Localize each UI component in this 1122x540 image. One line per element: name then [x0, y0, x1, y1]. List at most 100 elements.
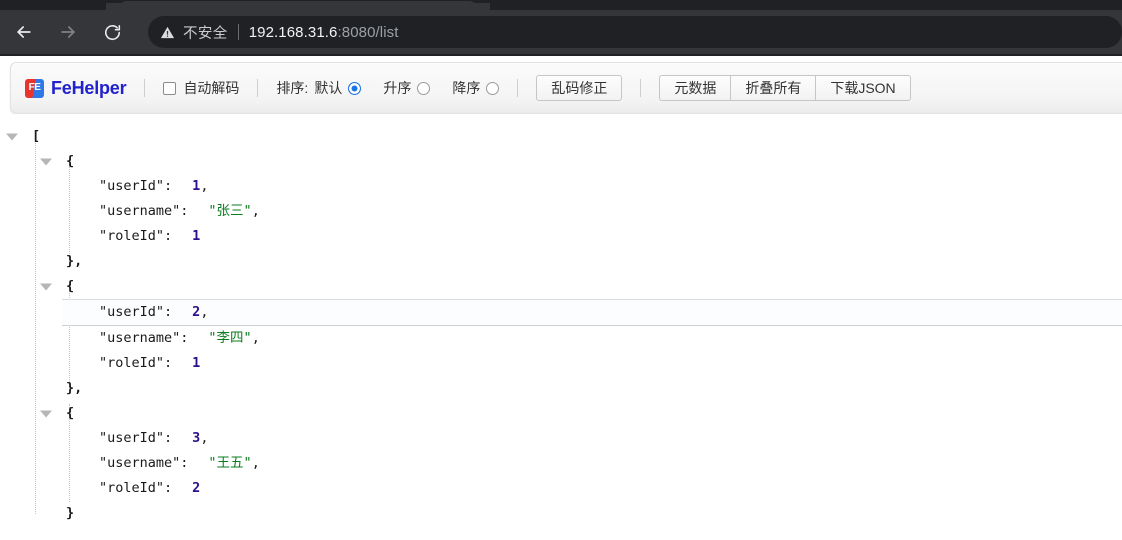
address-bar[interactable]: 不安全 192.168.31.6:8080/list — [148, 16, 1122, 48]
json-value-username-3: "王五" — [208, 455, 252, 471]
json-key-username-3: "username" — [99, 455, 181, 471]
collapse-triangle-object-1[interactable] — [40, 158, 52, 165]
json-row-property[interactable]: "roleId": 2 — [0, 476, 1122, 501]
json-key-username-2: "username" — [99, 330, 181, 346]
json-colon: : — [164, 430, 173, 446]
json-row-array-close: ] — [0, 526, 1122, 530]
json-row-property-highlighted[interactable]: "userId": 2, — [62, 299, 1122, 326]
json-row-property[interactable]: "username": "李四", — [0, 326, 1122, 351]
sort-option-descending-label: 降序 — [452, 80, 481, 96]
collapse-triangle-root[interactable] — [6, 133, 18, 140]
browser-chrome: 不安全 192.168.31.6:8080/list — [0, 0, 1122, 56]
json-comma: , — [200, 304, 209, 320]
collapse-triangle-object-3[interactable] — [40, 410, 52, 417]
sort-label: 排序: — [276, 80, 309, 96]
json-value-userId-3: 3 — [192, 430, 201, 446]
collapse-triangle-object-2[interactable] — [40, 283, 52, 290]
json-row-object-open: { — [0, 149, 1122, 174]
json-row-property[interactable]: "username": "王五", — [0, 451, 1122, 476]
json-key-username-1: "username" — [99, 203, 181, 219]
back-arrow-icon — [14, 22, 34, 42]
auto-decode-label: 自动解码 — [183, 80, 240, 96]
toolbar-divider-3 — [517, 79, 519, 97]
fehelper-logo-text: FeHelper — [51, 77, 127, 98]
sort-control-group: 排序: 默认 升序 降序 — [276, 78, 500, 98]
url-host: 192.168.31.6 — [248, 23, 338, 41]
security-status-text: 不安全 — [183, 25, 228, 42]
json-key-roleId-2: "roleId" — [99, 355, 165, 371]
forward-button[interactable] — [48, 12, 88, 52]
json-object-open-brace-1: { — [66, 153, 75, 169]
json-object-open-brace-2: { — [66, 278, 75, 294]
json-row-object-open: { — [0, 274, 1122, 299]
json-comma: , — [200, 430, 209, 446]
toolbar-divider-1 — [144, 79, 146, 97]
reload-icon — [103, 23, 122, 42]
browser-toolbar: 不安全 192.168.31.6:8080/list — [0, 10, 1122, 54]
json-row-object-close: }, — [0, 376, 1122, 401]
action-button-group: 元数据 折叠所有 下载JSON — [659, 75, 911, 101]
download-json-button[interactable]: 下载JSON — [815, 75, 911, 101]
forward-arrow-icon — [58, 22, 78, 42]
checkbox-box-icon[interactable] — [163, 81, 177, 95]
json-colon: : — [164, 228, 173, 244]
json-row-property[interactable]: "username": "张三", — [0, 199, 1122, 224]
json-row-object-open: { — [0, 401, 1122, 426]
json-colon: : — [164, 355, 173, 371]
json-value-userId-1: 1 — [192, 178, 201, 194]
json-key-userId-2: "userId" — [99, 304, 165, 320]
sort-option-default-label: 默认 — [314, 80, 343, 96]
json-value-username-1: "张三" — [208, 203, 252, 219]
json-row-property[interactable]: "userId": 1, — [0, 174, 1122, 199]
sort-option-ascending[interactable]: 升序 — [383, 78, 431, 98]
sort-option-ascending-label: 升序 — [383, 80, 412, 96]
radio-default-icon[interactable] — [348, 81, 362, 95]
auto-decode-checkbox[interactable]: 自动解码 — [163, 78, 239, 98]
fehelper-logo[interactable]: FE FeHelper — [25, 77, 127, 99]
json-value-roleId-2: 1 — [192, 355, 201, 371]
json-colon: : — [180, 203, 189, 219]
json-key-roleId-3: "roleId" — [99, 480, 165, 496]
json-key-userId-1: "userId" — [99, 178, 165, 194]
json-row-array-open: [ — [0, 124, 1122, 149]
json-row-property[interactable]: "userId": 3, — [0, 426, 1122, 451]
warning-triangle-icon[interactable] — [160, 25, 175, 40]
json-colon: : — [164, 480, 173, 496]
url-text: 192.168.31.6:8080/list — [249, 24, 399, 41]
toolbar-divider-4 — [640, 79, 642, 97]
json-comma: , — [200, 178, 209, 194]
json-value-roleId-1: 1 — [192, 228, 201, 244]
toolbar-divider-2 — [257, 79, 259, 97]
fehelper-toolbar: FE FeHelper 自动解码 排序: 默认 升序 降序 乱码修正 元数据 折… — [10, 62, 1122, 114]
json-colon: : — [180, 330, 189, 346]
radio-descending-icon[interactable] — [486, 81, 500, 95]
json-viewer: [ { "userId":1, "username": "张三", "roleId… — [0, 114, 1122, 530]
sort-option-default[interactable]: 默认 — [314, 78, 362, 98]
fix-garbled-button[interactable]: 乱码修正 — [536, 75, 623, 101]
back-button[interactable] — [4, 12, 44, 52]
json-object-open-brace-3: { — [66, 405, 75, 421]
omnibox-separator — [237, 24, 239, 40]
json-value-roleId-3: 2 — [192, 480, 201, 496]
json-row-property[interactable]: "roleId": 1 — [0, 224, 1122, 249]
json-value-userId-2: 2 — [192, 304, 201, 320]
json-row-object-close: }, — [0, 249, 1122, 274]
metadata-button[interactable]: 元数据 — [659, 75, 731, 101]
json-colon: : — [180, 455, 189, 471]
json-comma: , — [251, 455, 260, 471]
json-comma: , — [251, 330, 260, 346]
reload-button[interactable] — [92, 12, 132, 52]
fehelper-logo-icon: FE — [25, 78, 44, 98]
sort-option-descending[interactable]: 降序 — [452, 78, 500, 98]
json-key-userId-3: "userId" — [99, 430, 165, 446]
json-row-property[interactable]: "roleId": 1 — [0, 351, 1122, 376]
collapse-all-button[interactable]: 折叠所有 — [730, 75, 816, 101]
json-row-object-close: } — [0, 501, 1122, 526]
json-object-close-3: } — [66, 505, 75, 521]
json-array-open-bracket: [ — [32, 128, 41, 144]
url-path: :8080/list — [337, 23, 399, 41]
json-object-close-2: }, — [66, 380, 83, 396]
json-key-roleId-1: "roleId" — [99, 228, 165, 244]
radio-ascending-icon[interactable] — [417, 81, 431, 95]
json-array-close-bracket: ] — [32, 526, 40, 530]
